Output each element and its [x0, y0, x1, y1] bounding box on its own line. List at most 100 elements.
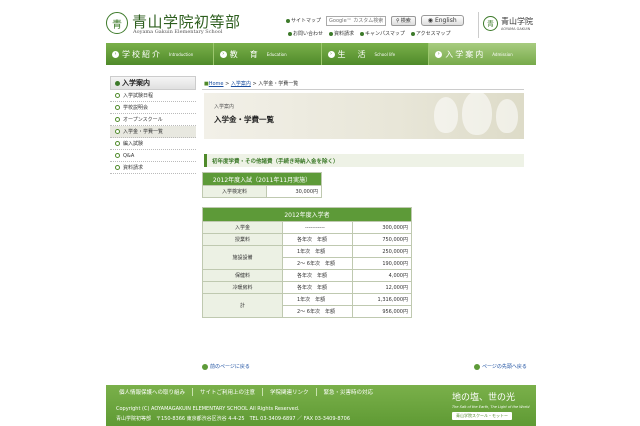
- fee-table-caption: 2012年度入学者: [202, 207, 412, 222]
- search-input[interactable]: [326, 15, 387, 26]
- english-button[interactable]: ◉ English: [420, 15, 464, 26]
- table-cell-label: 冷暖房料: [202, 281, 283, 294]
- sidebar-item-label: 資料請求: [123, 165, 144, 171]
- footer-link-privacy[interactable]: 個人情報保護への取り組み: [112, 388, 194, 396]
- table-cell-period: 2～ 6年次 年額: [282, 305, 353, 318]
- table-row: 授業料 各年次 年額 750,000円: [202, 233, 412, 246]
- campus-map-label: キャンパスマップ: [365, 31, 405, 37]
- contact-link[interactable]: お問い合わせ: [288, 30, 323, 37]
- nav-admission[interactable]: › 入学案内 Admission: [429, 43, 536, 65]
- table-cell-label: 入学検定料: [202, 185, 267, 198]
- nav-introduction[interactable]: › 学校紹介 Introduction: [106, 43, 214, 65]
- nav-label: 学校紹介: [122, 49, 162, 59]
- sidebar-item-label: 入学金・学費一覧: [123, 129, 164, 135]
- globe-icon: ◉: [427, 17, 433, 24]
- chevron-right-icon: ›: [219, 50, 227, 58]
- sidebar-item-fees[interactable]: 入学金・学費一覧: [110, 126, 196, 138]
- contact-label: お問い合わせ: [293, 31, 324, 37]
- table-cell-value: 4,000円: [352, 269, 412, 282]
- chevron-right-icon: ›: [435, 50, 443, 58]
- site-header: 青 青山学院初等部 Aoyama Gakuin Elementary Schoo…: [106, 8, 536, 42]
- back-link-label: 前のページに戻る: [210, 364, 250, 370]
- chevron-right-icon: [115, 141, 120, 146]
- table-cell-label: 保健料: [202, 269, 283, 282]
- table-row: 入学検定料 30,000円: [202, 185, 322, 198]
- sidebar-item-qa[interactable]: Q&A: [110, 150, 196, 162]
- campus-map-link[interactable]: キャンパスマップ: [360, 30, 405, 37]
- school-name-en: Aoyama Gakuin Elementary School: [133, 29, 223, 35]
- table-row: 冷暖房料 各年次 年額 12,000円: [202, 281, 412, 294]
- motto-badge[interactable]: 青山学院スクール・モットー: [452, 412, 512, 420]
- breadcrumb-home[interactable]: Home: [209, 81, 224, 87]
- chevron-left-icon: [202, 363, 208, 370]
- motto-jp: 地の塩、世の光: [452, 393, 516, 403]
- sidebar-title[interactable]: 入学案内: [110, 76, 196, 90]
- nav-education[interactable]: › 教 育 Education: [214, 43, 322, 65]
- copyright: Copyright (C) AOYAMAGAKUIN ELEMENTARY SC…: [116, 406, 300, 412]
- chevron-right-icon: [115, 153, 120, 158]
- section-heading: 初年度学費・その他諸費（手続き時納入金を除く）: [204, 154, 524, 167]
- table-cell-value: 12,000円: [352, 281, 412, 294]
- utility-links: お問い合わせ 資料請求 キャンパスマップ アクセスマップ: [288, 30, 451, 37]
- sitemap-link[interactable]: サイトマップ: [286, 17, 321, 24]
- sidebar-item-open-school[interactable]: オープンスクール: [110, 114, 196, 126]
- table-cell-value: 750,000円: [352, 233, 412, 246]
- sidebar-item-brochure[interactable]: 資料請求: [110, 162, 196, 174]
- page-top-link[interactable]: ページの先頭へ戻る: [474, 363, 527, 370]
- exam-table-caption: 2012年度入試（2011年11月実施）: [202, 172, 322, 186]
- bullet-icon: [288, 31, 292, 36]
- school-logo-icon[interactable]: 青: [106, 12, 128, 34]
- bullet-icon: [329, 31, 334, 36]
- table-cell-label: 授業料: [202, 233, 283, 246]
- divider: [202, 89, 524, 90]
- sidebar-item-label: 編入試験: [123, 141, 144, 147]
- exam-fee-table: 2012年度入試（2011年11月実施） 入学検定料 30,000円: [202, 172, 322, 198]
- sidebar-item-transfer-exam[interactable]: 編入試験: [110, 138, 196, 150]
- table-cell-period: 各年次 年額: [282, 269, 353, 282]
- back-link[interactable]: 前のページに戻る: [202, 363, 250, 370]
- table-row: 計 1年次 年額 1,316,000円: [202, 293, 412, 318]
- sidebar-item-label: 入学試験日程: [123, 93, 154, 99]
- utility-bar: サイトマップ ⚲検索 ◉English: [286, 15, 464, 26]
- breadcrumb: ■Home > 入学案内 > 入学金・学費一覧: [204, 80, 298, 87]
- english-button-label: English: [434, 17, 457, 24]
- title-banner: 入学案内 入学金・学費一覧: [204, 93, 524, 139]
- nav-school-life[interactable]: › 生 活 School life: [322, 43, 430, 65]
- search-button[interactable]: ⚲ 検索: [391, 15, 416, 26]
- bullet-icon: [360, 31, 365, 36]
- chevron-right-icon: [115, 117, 120, 122]
- chevron-right-icon: [115, 105, 120, 110]
- table-cell-label: 計: [202, 293, 283, 318]
- table-row: 施設設備 1年次 年額 250,000円: [202, 245, 412, 270]
- bullet-icon: [410, 31, 415, 36]
- brochure-link[interactable]: 資料請求: [329, 30, 354, 37]
- sitemap-label: サイトマップ: [291, 18, 322, 24]
- chevron-right-icon: ›: [112, 50, 119, 58]
- footer-link-terms[interactable]: サイトご利用上の注意: [193, 388, 264, 396]
- footer-link-related[interactable]: 学院関連リンク: [263, 388, 317, 396]
- global-nav: › 学校紹介 Introduction › 教 育 Education › 生 …: [106, 43, 536, 65]
- table-cell-label: 施設設備: [202, 245, 283, 270]
- site-footer: 個人情報保護への取り組み サイトご利用上の注意 学院関連リンク 緊急・災害時の対…: [106, 385, 536, 426]
- chevron-right-icon: ›: [327, 50, 335, 58]
- chevron-right-icon: [115, 165, 120, 170]
- school-motto: 地の塩、世の光 The Salt of the Earth, The Light…: [452, 390, 532, 420]
- chevron-up-icon: [474, 363, 480, 370]
- page-title: 入学金・学費一覧: [214, 115, 274, 124]
- table-row: 保健料 各年次 年額 4,000円: [202, 269, 412, 282]
- address: 青山学院初等部 〒150-8366 東京都渋谷区渋谷 4-4-25 TEL 03…: [116, 416, 351, 422]
- decorative-leaf-icon: [434, 97, 458, 133]
- sidebar-item-info-session[interactable]: 学校説明会: [110, 102, 196, 114]
- footer-links: 個人情報保護への取り組み サイトご利用上の注意 学院関連リンク 緊急・災害時の対…: [112, 388, 380, 396]
- table-cell-period: 各年次 年額: [282, 233, 353, 246]
- chevron-right-icon: [115, 129, 120, 134]
- access-map-link[interactable]: アクセスマップ: [410, 30, 451, 37]
- footer-link-emergency[interactable]: 緊急・災害時の対応: [317, 388, 381, 396]
- table-cell-period: 2～ 6年次 年額: [282, 257, 353, 270]
- sidebar-item-exam-schedule[interactable]: 入学試験日程: [110, 90, 196, 102]
- breadcrumb-admission[interactable]: 入学案内: [231, 81, 251, 87]
- aoyama-gakuin-brand[interactable]: 青 青山学院 AOYAMA GAKUIN: [478, 12, 536, 38]
- table-cell-value: 1,316,000円: [352, 293, 412, 306]
- bullet-icon: [115, 80, 120, 86]
- breadcrumb-current: 入学金・学費一覧: [258, 81, 299, 87]
